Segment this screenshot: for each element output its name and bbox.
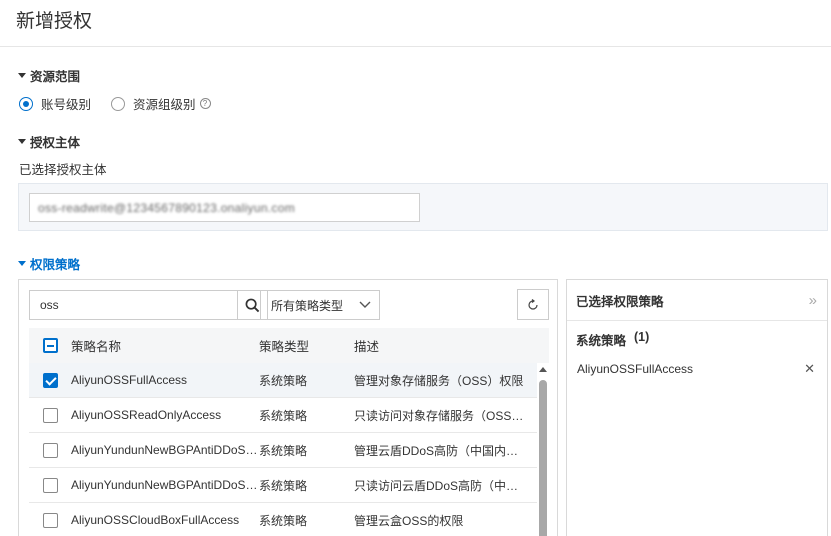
policy-name: AliyunYundunNewBGPAntiDDoSServerFullAcce…: [71, 443, 259, 457]
refresh-button[interactable]: [517, 289, 549, 320]
selected-group-label: 系统策略: [576, 334, 627, 348]
radio-resource-group-level[interactable]: 资源组级别 ?: [111, 94, 211, 113]
section-principal-label: 授权主体: [30, 136, 81, 150]
policy-type: 系统策略: [259, 373, 308, 388]
policy-type: 系统策略: [259, 513, 308, 528]
selected-policy-item: AliyunOSSFullAccess ✕: [577, 361, 827, 377]
table-row[interactable]: AliyunOSSReadOnlyAccess 系统策略 只读访问对象存储服务（…: [29, 398, 537, 433]
section-principal[interactable]: 授权主体: [18, 132, 80, 151]
row-checkbox[interactable]: [42, 477, 58, 493]
policy-search-input[interactable]: [30, 291, 237, 319]
policy-desc: 管理云盒OSS的权限: [354, 513, 464, 528]
policy-desc: 管理对象存储服务（OSS）权限: [354, 373, 524, 388]
scrollbar-thumb[interactable]: [539, 380, 547, 536]
radio-button[interactable]: [19, 96, 33, 111]
column-header-desc[interactable]: 描述: [354, 336, 549, 355]
policy-name: AliyunYundunNewBGPAntiDDoSServerReadOnly…: [71, 478, 259, 492]
table-row[interactable]: AliyunYundunNewBGPAntiDDoSServerReadOnly…: [29, 468, 537, 503]
select-all-checkbox[interactable]: [42, 338, 58, 353]
radio-button[interactable]: [111, 96, 126, 111]
caret-down-icon: [18, 139, 26, 144]
principal-value: oss-readwrite@1234567890123.onaliyun.com: [38, 200, 296, 215]
selected-policy-name: AliyunOSSFullAccess: [577, 362, 694, 376]
policy-desc: 只读访问云盾DDoS高防（中国内地）的权限: [354, 478, 537, 493]
policy-desc: 只读访问对象存储服务（OSS）权限: [354, 408, 537, 423]
policy-name: AliyunOSSReadOnlyAccess: [71, 408, 222, 422]
selected-group: 系统策略 (1): [576, 330, 827, 349]
refresh-icon: [528, 298, 538, 310]
column-header-name[interactable]: 策略名称: [71, 336, 259, 355]
row-checkbox[interactable]: [42, 512, 58, 528]
selected-principal-label: 已选择授权主体: [19, 163, 107, 177]
policy-type: 系统策略: [259, 478, 308, 493]
caret-down-icon: [18, 73, 26, 78]
caret-down-icon: [18, 261, 26, 266]
section-resource-scope-label: 资源范围: [30, 70, 81, 84]
policy-table-body: AliyunOSSFullAccess 系统策略 管理对象存储服务（OSS）权限…: [29, 363, 537, 536]
radio-label: 资源组级别: [133, 98, 196, 112]
column-header-type[interactable]: 策略类型: [259, 336, 354, 355]
remove-close-icon[interactable]: ✕: [804, 361, 815, 377]
scroll-up-arrow-icon[interactable]: [539, 367, 547, 372]
section-resource-scope[interactable]: 资源范围: [18, 66, 80, 85]
section-policies-label: 权限策略: [30, 258, 81, 272]
policy-desc: 管理云盾DDoS高防（中国内地）的权限: [354, 443, 537, 458]
policy-table-header: 策略名称 策略类型 描述: [29, 328, 549, 363]
policy-type: 系统策略: [259, 443, 308, 458]
selected-policies-panel: 已选择权限策略 » 系统策略 (1) AliyunOSSFullAccess ✕: [566, 279, 828, 536]
principal-input[interactable]: oss-readwrite@1234567890123.onaliyun.com: [29, 193, 420, 222]
collapse-double-chevron-icon[interactable]: »: [809, 292, 817, 309]
policy-type-select-value: 所有策略类型: [271, 298, 344, 313]
policy-type-select[interactable]: 所有策略类型: [260, 290, 380, 320]
page-title: 新增授权: [16, 11, 93, 32]
row-checkbox[interactable]: [42, 407, 58, 423]
table-scrollbar[interactable]: [537, 363, 549, 536]
policy-type: 系统策略: [259, 408, 308, 423]
radio-label: 账号级别: [41, 98, 92, 112]
radio-account-level[interactable]: 账号级别: [19, 94, 91, 113]
row-checkbox[interactable]: [42, 372, 58, 388]
table-row[interactable]: AliyunOSSCloudBoxFullAccess 系统策略 管理云盒OSS…: [29, 503, 537, 536]
table-row[interactable]: AliyunYundunNewBGPAntiDDoSServerFullAcce…: [29, 433, 537, 468]
table-row[interactable]: AliyunOSSFullAccess 系统策略 管理对象存储服务（OSS）权限: [29, 363, 537, 398]
policy-list-panel: 所有策略类型 策略名称 策略类型 描述 AliyunOSSFullAccess …: [18, 279, 558, 536]
policy-name: AliyunOSSFullAccess: [71, 373, 188, 387]
selected-policies-title: 已选择权限策略: [576, 294, 664, 309]
policy-name: AliyunOSSCloudBoxFullAccess: [71, 513, 240, 527]
section-policies[interactable]: 权限策略: [18, 254, 80, 273]
help-icon[interactable]: ?: [199, 98, 211, 109]
search-icon: [245, 298, 260, 312]
selected-policies-header: 已选择权限策略 »: [567, 280, 827, 321]
selected-group-count: (1): [634, 330, 650, 344]
principal-container: oss-readwrite@1234567890123.onaliyun.com: [18, 183, 828, 231]
chevron-down-icon: [359, 301, 371, 308]
row-checkbox[interactable]: [42, 442, 58, 458]
title-divider: [0, 46, 831, 47]
resource-scope-radio-group: 账号级别 资源组级别 ?: [19, 94, 231, 113]
policy-search-box: [29, 290, 268, 320]
